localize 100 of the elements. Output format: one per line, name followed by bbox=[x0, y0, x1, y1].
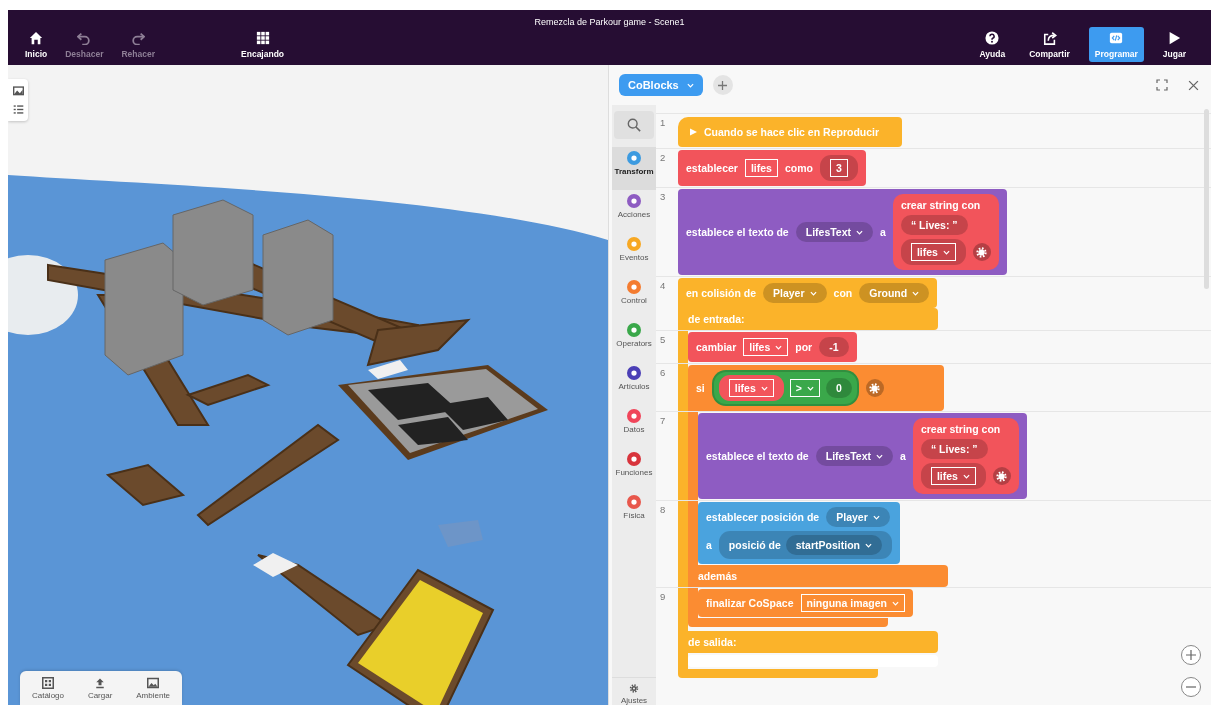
play-button[interactable]: Jugar bbox=[1157, 28, 1191, 62]
dropdown[interactable]: LifesText bbox=[815, 446, 894, 466]
close-icon[interactable] bbox=[1188, 79, 1199, 91]
block-label: establecer bbox=[686, 162, 738, 174]
block-label: cambiar bbox=[696, 341, 737, 353]
code-icon bbox=[1109, 31, 1124, 45]
chevron-down-icon bbox=[806, 385, 814, 391]
chevron-down-icon bbox=[962, 473, 970, 479]
block-label: a bbox=[706, 539, 712, 551]
category-tab[interactable]: Eventos bbox=[612, 233, 656, 276]
value-input[interactable]: “ Lives: ” bbox=[920, 439, 988, 459]
chevron-down-icon bbox=[856, 229, 864, 235]
search-icon bbox=[627, 118, 641, 132]
block-label: finalizar CoSpace bbox=[706, 597, 794, 609]
play-icon bbox=[690, 128, 697, 136]
window-title: Remezcla de Parkour game - Scene1 bbox=[533, 16, 686, 27]
dropdown[interactable]: Player bbox=[826, 507, 890, 527]
share-button[interactable]: Compartir bbox=[1024, 28, 1075, 62]
block-label: Cuando se hace clic en Reproducir bbox=[704, 126, 880, 138]
dropdown[interactable]: LifesText bbox=[795, 222, 874, 242]
line-number: 3 bbox=[659, 190, 667, 204]
line-number: 5 bbox=[659, 333, 667, 347]
chevron-down-icon bbox=[892, 600, 900, 606]
plus-icon bbox=[1186, 650, 1196, 660]
section-label: de salida: bbox=[678, 631, 938, 653]
zoom-out-button[interactable] bbox=[1181, 677, 1201, 697]
block-label: a bbox=[880, 226, 886, 238]
gear-button[interactable] bbox=[972, 243, 991, 261]
block-label: con bbox=[833, 287, 853, 299]
chevron-down-icon bbox=[775, 344, 783, 350]
dropdown[interactable]: lifes bbox=[930, 467, 976, 485]
environment-tab[interactable]: Ambiente bbox=[136, 676, 171, 700]
line-number: 9 bbox=[659, 590, 667, 604]
help-icon bbox=[985, 31, 1000, 45]
value-input[interactable]: -1 bbox=[819, 337, 849, 357]
help-button[interactable]: Ayuda bbox=[974, 28, 1011, 62]
chevron-down-icon bbox=[760, 385, 768, 391]
category-tab[interactable]: Control bbox=[612, 276, 656, 319]
play-icon bbox=[1167, 31, 1182, 45]
gear-icon bbox=[976, 246, 988, 258]
search-button[interactable] bbox=[614, 111, 654, 139]
gear-button[interactable] bbox=[992, 467, 1011, 485]
line-number: 4 bbox=[659, 279, 667, 293]
upload-tab[interactable]: Cargar bbox=[87, 676, 113, 700]
redo-arrow-icon bbox=[131, 31, 146, 45]
home-button[interactable]: Inicio bbox=[20, 28, 53, 62]
value-input[interactable]: “ Lives: ” bbox=[900, 215, 968, 235]
category-tab[interactable]: Artículos bbox=[612, 362, 656, 405]
chevron-down-icon bbox=[872, 514, 880, 520]
variable-field[interactable]: lifes bbox=[744, 159, 778, 177]
category-tab[interactable]: Acciones bbox=[612, 190, 656, 233]
category-tab[interactable]: Datos bbox=[612, 405, 656, 448]
block-label: crear string con bbox=[900, 199, 982, 211]
dropdown[interactable]: lifes bbox=[910, 243, 956, 261]
line-number: 7 bbox=[659, 414, 667, 428]
undo-arrow-icon bbox=[77, 31, 92, 45]
block-label: en colisión de bbox=[686, 287, 756, 299]
section-label: además bbox=[688, 565, 948, 587]
gear-button[interactable] bbox=[865, 379, 884, 397]
value-input[interactable]: 0 bbox=[825, 378, 852, 398]
gear-icon bbox=[996, 470, 1008, 482]
block-label: establecer posición de bbox=[706, 511, 820, 523]
dropdown[interactable]: lifes bbox=[728, 379, 774, 397]
category-tab[interactable]: Transform bbox=[612, 147, 656, 190]
chevron-down-icon bbox=[942, 249, 950, 255]
block-label: como bbox=[784, 162, 813, 174]
chevron-down-icon bbox=[686, 82, 694, 88]
category-tab[interactable]: Operators bbox=[612, 319, 656, 362]
section-label: de entrada: bbox=[678, 308, 938, 330]
block-label: si bbox=[696, 382, 705, 394]
home-icon bbox=[29, 31, 44, 45]
fullscreen-icon[interactable] bbox=[1156, 79, 1168, 91]
category-tab[interactable]: Funciones bbox=[612, 448, 656, 491]
block-label: posició de bbox=[728, 539, 781, 551]
landscape-icon bbox=[147, 676, 160, 689]
catalog-tab[interactable]: Catálogo bbox=[31, 676, 64, 700]
category-tab[interactable]: Física bbox=[612, 491, 656, 534]
grid-button[interactable]: Encajando bbox=[236, 28, 290, 62]
block-label: establece el texto de bbox=[706, 450, 809, 462]
line-number: 2 bbox=[659, 151, 667, 165]
image-icon[interactable] bbox=[12, 85, 24, 96]
settings-button[interactable]: Ajustes bbox=[612, 677, 656, 705]
chevron-down-icon bbox=[912, 290, 920, 296]
settings-icon bbox=[628, 684, 640, 693]
number-field[interactable]: 3 bbox=[830, 159, 848, 177]
block-label: por bbox=[795, 341, 813, 353]
zoom-in-button[interactable] bbox=[1181, 645, 1201, 665]
dropdown[interactable]: startPosition bbox=[785, 535, 882, 555]
chevron-down-icon bbox=[809, 290, 817, 296]
chevron-down-icon bbox=[876, 453, 884, 459]
list-icon[interactable] bbox=[12, 104, 24, 115]
add-tab-button[interactable] bbox=[712, 75, 733, 95]
grid-icon bbox=[41, 676, 54, 689]
chevron-down-icon bbox=[864, 542, 872, 548]
line-number: 6 bbox=[659, 366, 667, 380]
upload-icon bbox=[94, 676, 107, 689]
block-label: crear string con bbox=[920, 423, 1002, 435]
dropdown[interactable]: lifes bbox=[743, 338, 789, 356]
block-label: a bbox=[900, 450, 906, 462]
grid-icon bbox=[255, 31, 270, 45]
